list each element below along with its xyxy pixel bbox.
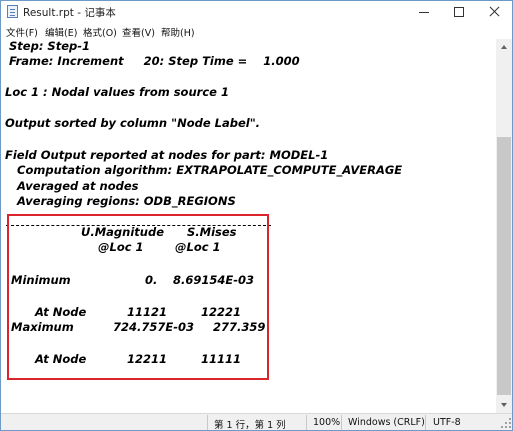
close-button[interactable] — [477, 1, 511, 23]
maximize-button[interactable] — [442, 1, 476, 23]
menu-help[interactable]: 帮助(H) — [161, 25, 195, 39]
regions-line: Averaging regions: ODB_REGIONS — [5, 194, 236, 208]
menu-edit[interactable]: 编辑(E) — [45, 25, 77, 39]
loc-line: Loc 1 : Nodal values from source 1 — [5, 85, 229, 99]
menu-view[interactable]: 查看(V) — [122, 25, 155, 39]
status-divider — [306, 415, 307, 430]
line-ending: Windows (CRLF) — [348, 417, 425, 428]
scroll-down-icon[interactable] — [496, 397, 512, 413]
scroll-thumb[interactable] — [497, 137, 511, 395]
algorithm-line: Computation algorithm: EXTRAPOLATE_COMPU… — [5, 163, 403, 177]
resize-grip-icon[interactable] — [501, 418, 511, 428]
status-divider — [207, 415, 208, 430]
cursor-position: 第 1 行，第 1 列 — [214, 420, 286, 431]
vertical-scrollbar[interactable] — [496, 39, 512, 413]
title-bar[interactable]: Result.rpt - 记事本 — [1, 1, 512, 23]
menu-bar: 文件(F) 编辑(E) 格式(O) 查看(V) 帮助(H) — [1, 23, 512, 39]
sort-line: Output sorted by column "Node Label". — [5, 116, 261, 130]
encoding: UTF-8 — [433, 417, 461, 428]
window-title: Result.rpt - 记事本 — [23, 7, 116, 19]
highlight-box — [7, 214, 269, 380]
averaged-line: Averaged at nodes — [5, 179, 139, 193]
frame-line: Frame: Increment 20: Step Time = 1.000 — [5, 54, 300, 68]
status-divider — [341, 415, 342, 430]
field-output-line: Field Output reported at nodes for part:… — [5, 148, 329, 162]
status-divider — [425, 415, 426, 430]
notepad-icon — [7, 5, 18, 18]
notepad-window: Result.rpt - 记事本 文件(F) 编辑(E) 格式(O) 查看(V)… — [0, 0, 513, 431]
menu-format[interactable]: 格式(O) — [83, 25, 117, 39]
scroll-up-icon[interactable] — [496, 39, 512, 55]
minimize-button[interactable] — [407, 1, 441, 23]
step-line: Step: Step-1 — [5, 39, 91, 53]
menu-file[interactable]: 文件(F) — [6, 25, 38, 39]
status-bar: 第 1 行，第 1 列 100% Windows (CRLF) UTF-8 — [1, 413, 512, 431]
zoom-level: 100% — [313, 417, 341, 428]
